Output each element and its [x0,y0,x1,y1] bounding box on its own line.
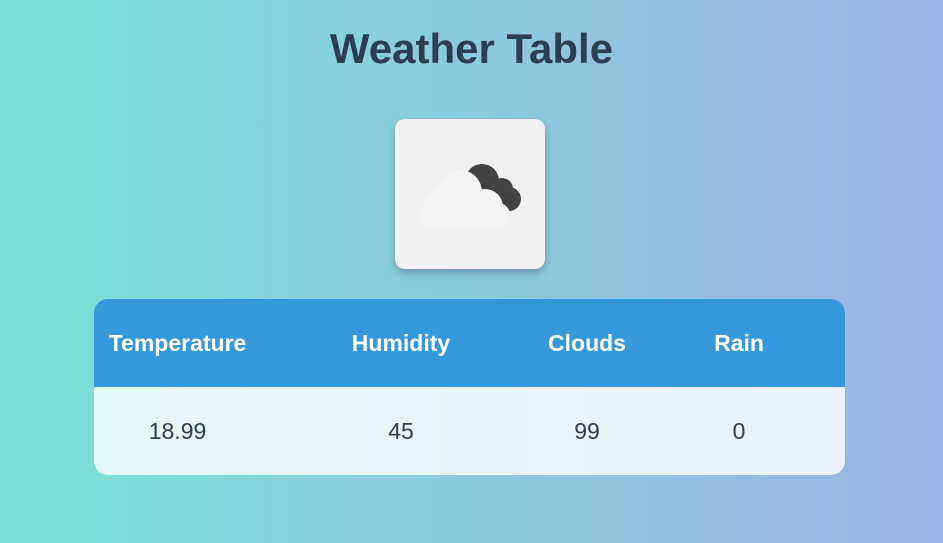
header-rain: Rain [714,329,764,356]
header-clouds: Clouds [548,329,626,356]
weather-table: Temperature Humidity Clouds Rain 18.99 4… [94,299,845,475]
header-humidity: Humidity [351,329,451,356]
page-title: Weather Table [329,25,614,72]
cloudy-icon [420,164,521,227]
cell-clouds: 99 [574,417,600,444]
header-temperature: Temperature [108,329,247,356]
cell-humidity: 45 [388,417,414,444]
cell-temperature: 18.99 [148,417,207,444]
table-row: 18.99 45 99 0 [94,387,845,475]
cell-rain: 0 [732,417,746,444]
table-header-row: Temperature Humidity Clouds Rain [94,299,845,387]
weather-icon-card [395,119,545,269]
